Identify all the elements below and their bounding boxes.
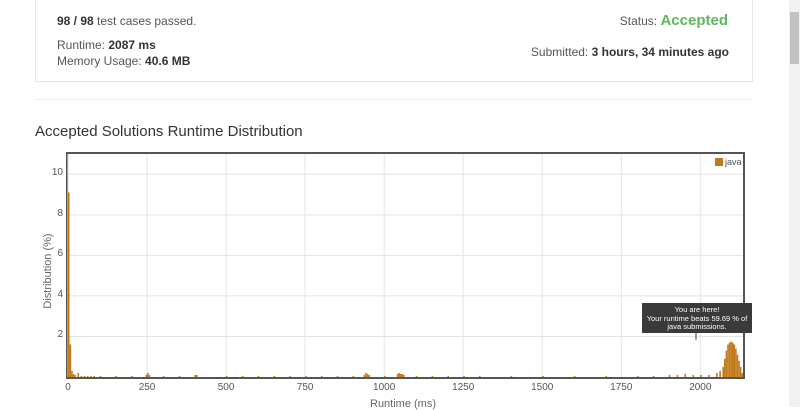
chart-frame bbox=[66, 152, 745, 379]
x-tick-label: 0 bbox=[65, 382, 71, 393]
x-tick-label: 1000 bbox=[373, 382, 396, 393]
memory-stat: Memory Usage: 40.6 MB bbox=[57, 54, 191, 68]
your-runtime-tooltip: You are here! Your runtime beats 59.69 %… bbox=[642, 303, 752, 333]
status-badge: Accepted bbox=[660, 12, 728, 29]
section-divider bbox=[35, 99, 753, 100]
x-tick-label: 1750 bbox=[610, 382, 633, 393]
tests-passed: 98 / 98 test cases passed. bbox=[57, 14, 197, 28]
x-axis-title: Runtime (ms) bbox=[370, 398, 437, 410]
runtime-stat: Runtime: 2087 ms bbox=[57, 38, 156, 52]
tooltip-line-3: java submissions. bbox=[667, 322, 727, 331]
x-tick-label: 500 bbox=[217, 382, 235, 393]
x-tick-label: 2000 bbox=[689, 382, 712, 393]
y-tick-label: 2 bbox=[57, 329, 63, 341]
x-tick-label: 1500 bbox=[531, 382, 554, 393]
x-tick-label: 250 bbox=[138, 382, 156, 393]
chart-legend[interactable]: java bbox=[715, 157, 742, 167]
page-scrollbar-thumb[interactable] bbox=[790, 12, 799, 64]
status: Status: Accepted bbox=[619, 12, 728, 29]
y-axis-title: Distribution (%) bbox=[42, 233, 54, 309]
x-tick-label: 750 bbox=[296, 382, 314, 393]
y-tick-label: 10 bbox=[51, 167, 63, 179]
submitted-time: Submitted: 3 hours, 34 minutes ago bbox=[530, 45, 729, 59]
legend-label-java: java bbox=[725, 157, 742, 167]
legend-swatch-java bbox=[715, 158, 723, 166]
x-tick-label: 1250 bbox=[452, 382, 475, 393]
section-title: Accepted Solutions Runtime Distribution bbox=[35, 123, 303, 140]
